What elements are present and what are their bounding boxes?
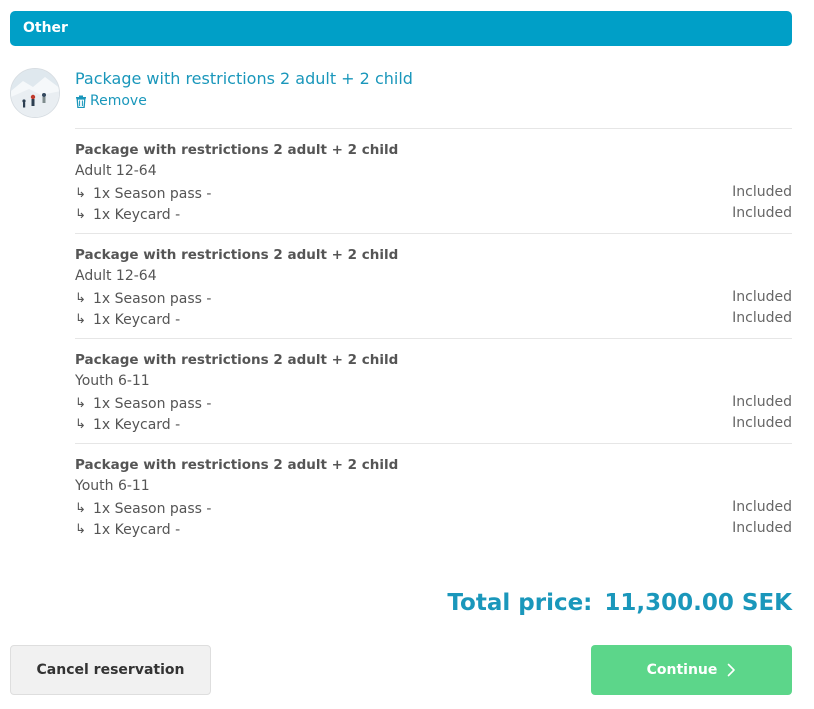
line-price: Included <box>732 184 792 200</box>
section-header: Other <box>10 11 792 46</box>
sub-item-arrow-icon: ↳ <box>75 185 86 201</box>
continue-label: Continue <box>646 662 718 678</box>
ski-scene-image <box>11 69 59 117</box>
line-price: Included <box>732 310 792 326</box>
sub-item-arrow-icon: ↳ <box>75 521 86 537</box>
package-row: Package with restrictions 2 adult + 2 ch… <box>10 68 792 118</box>
line-price: Included <box>732 499 792 515</box>
remove-label: Remove <box>90 93 147 109</box>
line-label: 1x Keycard - <box>93 311 181 328</box>
item-age-group: Adult 12-64 <box>75 268 157 284</box>
package-title[interactable]: Package with restrictions 2 adult + 2 ch… <box>75 69 413 88</box>
continue-button[interactable]: Continue <box>591 645 792 695</box>
item-line: ↳ 1x Keycard - Included <box>75 204 792 225</box>
sub-item-arrow-icon: ↳ <box>75 206 86 222</box>
item-title: Package with restrictions 2 adult + 2 ch… <box>75 457 399 473</box>
item-line: ↳ 1x Season pass - Included <box>75 183 792 204</box>
line-price: Included <box>732 394 792 410</box>
line-label: 1x Keycard - <box>93 416 181 433</box>
item-line: ↳ 1x Season pass - Included <box>75 288 792 309</box>
line-price: Included <box>732 520 792 536</box>
sub-item-arrow-icon: ↳ <box>75 500 86 516</box>
item-line: ↳ 1x Season pass - Included <box>75 393 792 414</box>
sub-item-arrow-icon: ↳ <box>75 416 86 432</box>
package-item: Package with restrictions 2 adult + 2 ch… <box>75 128 792 233</box>
item-line: ↳ 1x Season pass - Included <box>75 498 792 519</box>
item-age-group: Youth 6-11 <box>75 373 150 389</box>
line-label: 1x Season pass - <box>93 395 212 412</box>
line-label: 1x Season pass - <box>93 185 212 202</box>
item-line: ↳ 1x Keycard - Included <box>75 519 792 540</box>
total-price-label: Total price: <box>447 590 593 616</box>
item-title: Package with restrictions 2 adult + 2 ch… <box>75 142 399 158</box>
remove-button[interactable]: Remove <box>75 93 147 109</box>
item-age-group: Adult 12-64 <box>75 163 157 179</box>
line-label: 1x Keycard - <box>93 206 181 223</box>
total-price: Total price: 11,300.00 SEK <box>447 590 792 616</box>
package-item: Package with restrictions 2 adult + 2 ch… <box>75 233 792 338</box>
line-label: 1x Keycard - <box>93 521 181 538</box>
chevron-right-icon <box>728 663 736 677</box>
sub-item-arrow-icon: ↳ <box>75 290 86 306</box>
cancel-reservation-button[interactable]: Cancel reservation <box>10 645 211 695</box>
package-image <box>10 68 60 118</box>
item-line: ↳ 1x Keycard - Included <box>75 414 792 435</box>
sub-item-arrow-icon: ↳ <box>75 395 86 411</box>
package-item: Package with restrictions 2 adult + 2 ch… <box>75 443 792 548</box>
item-line: ↳ 1x Keycard - Included <box>75 309 792 330</box>
package-items-list: Package with restrictions 2 adult + 2 ch… <box>75 128 792 548</box>
item-age-group: Youth 6-11 <box>75 478 150 494</box>
line-price: Included <box>732 415 792 431</box>
item-title: Package with restrictions 2 adult + 2 ch… <box>75 247 399 263</box>
line-label: 1x Season pass - <box>93 290 212 307</box>
line-price: Included <box>732 205 792 221</box>
item-title: Package with restrictions 2 adult + 2 ch… <box>75 352 399 368</box>
line-label: 1x Season pass - <box>93 500 212 517</box>
trash-icon <box>76 95 86 108</box>
package-item: Package with restrictions 2 adult + 2 ch… <box>75 338 792 443</box>
line-price: Included <box>732 289 792 305</box>
sub-item-arrow-icon: ↳ <box>75 311 86 327</box>
total-price-value: 11,300.00 SEK <box>604 590 792 616</box>
